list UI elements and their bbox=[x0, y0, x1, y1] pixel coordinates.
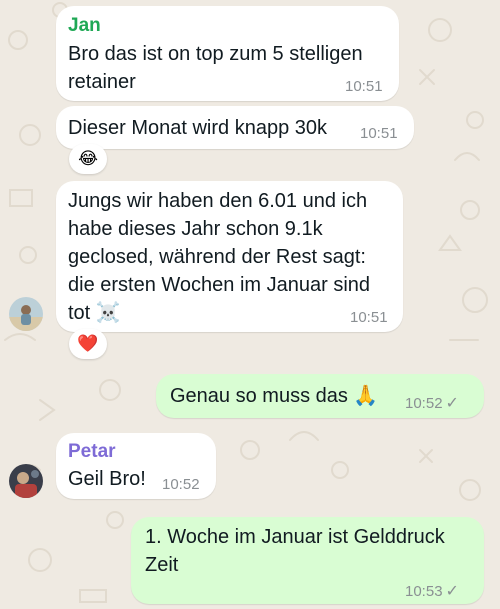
avatar-icon[interactable] bbox=[9, 464, 43, 498]
message-text: 1. Woche im Januar ist Gelddruck Zeit bbox=[145, 526, 445, 576]
message-bubble[interactable]: Jungs wir haben den 6.01 und ich habe di… bbox=[56, 181, 403, 332]
message-time-value: 10:52 bbox=[405, 395, 443, 412]
avatar-petar-icon bbox=[9, 464, 43, 498]
message-text: Genau so muss das 🙏 bbox=[170, 385, 379, 407]
avatar-icon[interactable] bbox=[9, 297, 43, 331]
message-bubble[interactable]: Genau so muss das 🙏 10:52 ✓ bbox=[156, 374, 484, 418]
message-bubble[interactable]: Dieser Monat wird knapp 30k 10:51 bbox=[56, 106, 414, 149]
message-text: Geil Bro! bbox=[68, 468, 146, 490]
message-text: Dieser Monat wird knapp 30k bbox=[68, 117, 328, 139]
reaction-badge[interactable]: 😂 bbox=[69, 144, 107, 174]
check-icon: ✓ bbox=[445, 583, 459, 600]
message-bubble[interactable]: 1. Woche im Januar ist Gelddruck Zeit 10… bbox=[131, 517, 484, 604]
message-bubble[interactable]: Jan Bro das ist on top zum 5 stelligen r… bbox=[56, 6, 399, 101]
message-time: 10:51 bbox=[345, 78, 383, 95]
check-icon: ✓ bbox=[445, 395, 459, 412]
message-time: 10:51 bbox=[350, 309, 388, 326]
avatar-jan-icon bbox=[9, 297, 43, 331]
reaction-badge[interactable]: ❤️ bbox=[69, 329, 107, 359]
message-time-value: 10:53 bbox=[405, 583, 443, 600]
message-bubble[interactable]: Petar Geil Bro! 10:52 bbox=[56, 433, 216, 499]
message-time: 10:53 ✓ bbox=[405, 581, 459, 601]
message-time: 10:51 bbox=[360, 125, 398, 142]
message-time: 10:52 bbox=[162, 476, 200, 493]
message-text: Jungs wir haben den 6.01 und ich habe di… bbox=[68, 190, 371, 324]
sender-name[interactable]: Jan bbox=[68, 15, 101, 37]
sender-name[interactable]: Petar bbox=[68, 441, 116, 463]
message-time: 10:52 ✓ bbox=[405, 393, 459, 413]
message-text: Bro das ist on top zum 5 stelligen retai… bbox=[68, 43, 363, 93]
